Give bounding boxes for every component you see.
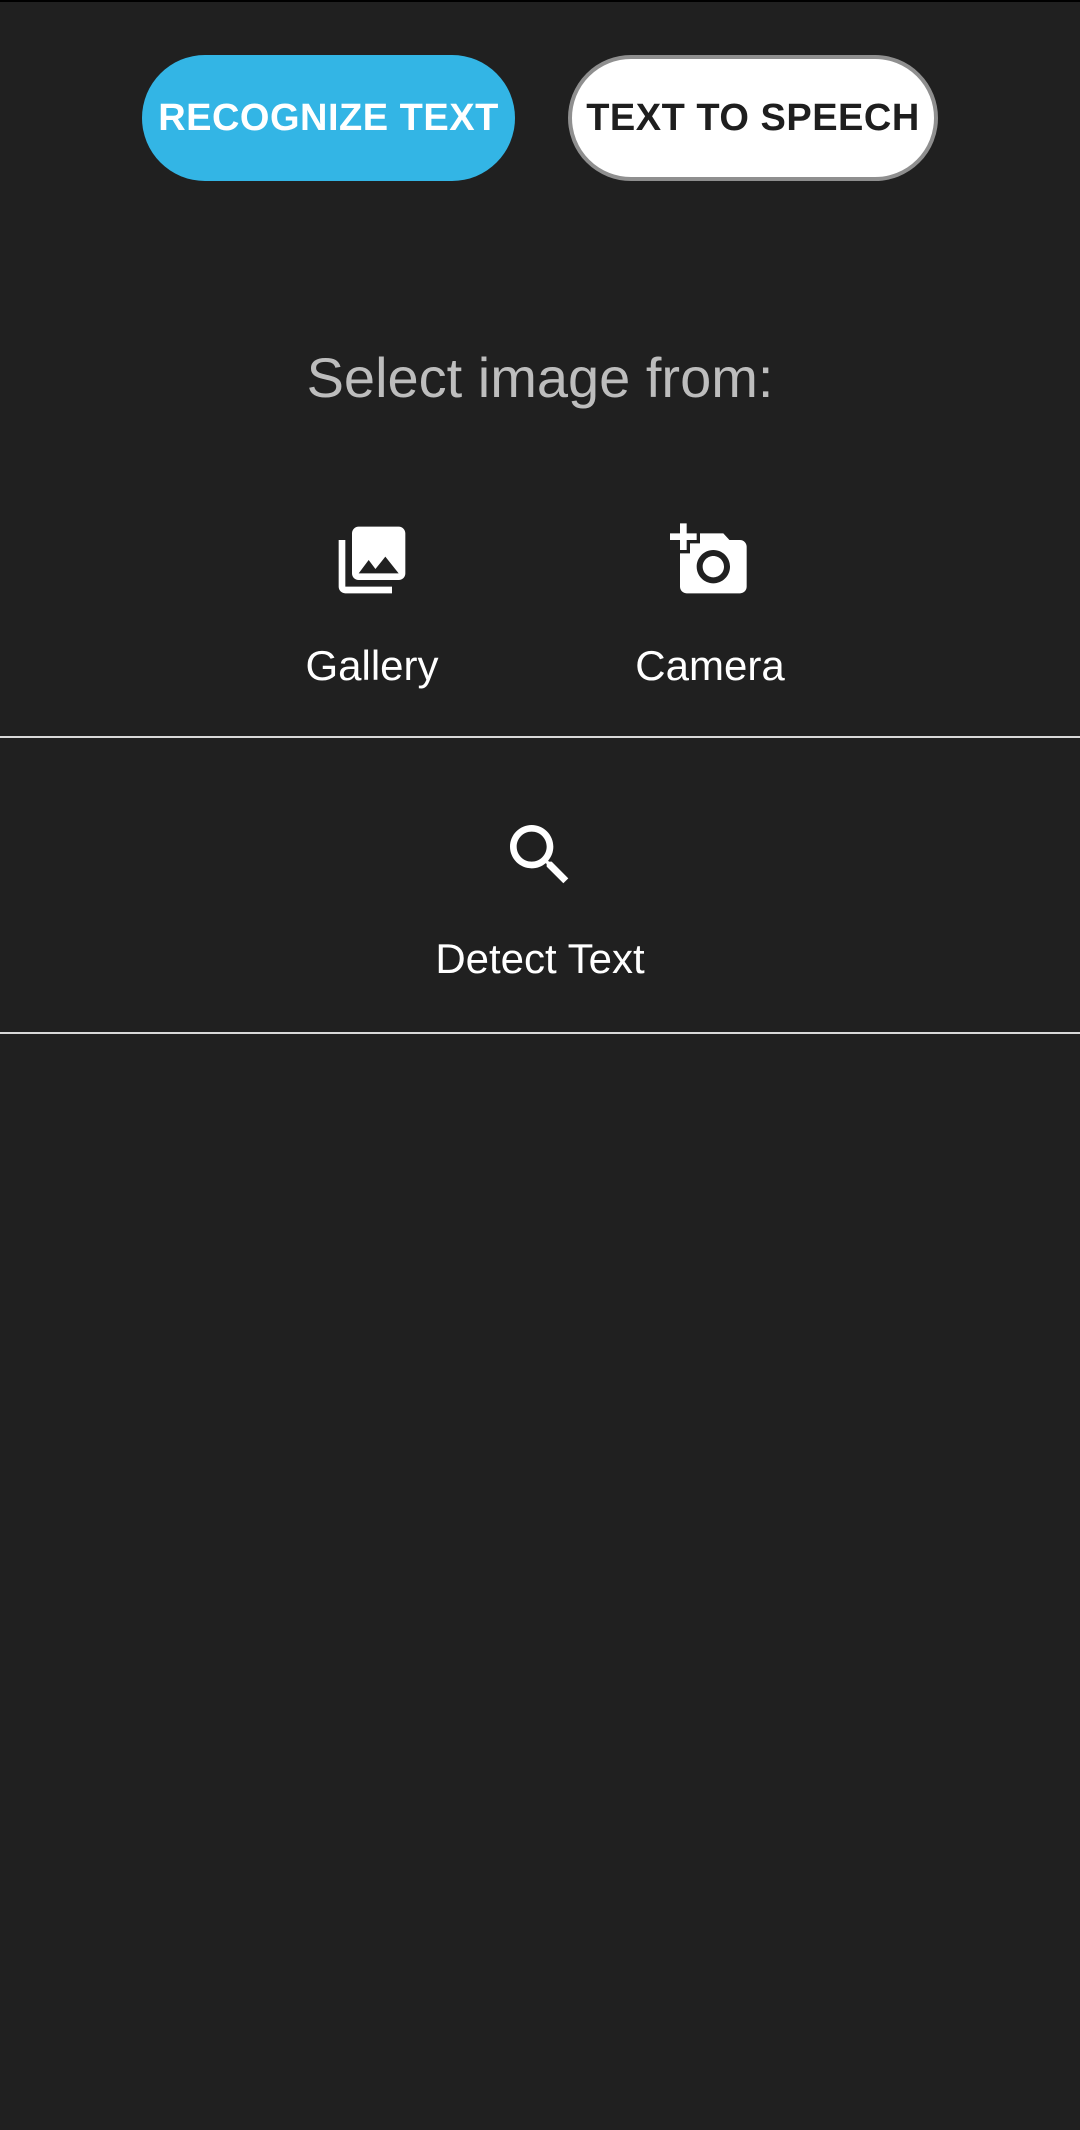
detect-text-label: Detect Text [435, 935, 645, 982]
select-image-prompt: Select image from: [306, 346, 774, 409]
detect-text-button[interactable]: Detect Text [390, 815, 690, 983]
text-to-speech-button[interactable]: TEXT TO SPEECH [568, 55, 938, 181]
gallery-label: Gallery [305, 642, 439, 689]
divider [0, 736, 1080, 738]
top-edge-line [0, 0, 1080, 2]
recognize-text-button[interactable]: RECOGNIZE TEXT [142, 55, 515, 181]
photo-library-icon [338, 526, 406, 594]
gallery-option[interactable]: Gallery [272, 520, 472, 690]
divider [0, 1032, 1080, 1034]
camera-option[interactable]: Camera [610, 520, 810, 690]
search-icon [510, 825, 569, 884]
text-to-speech-button-label: TEXT TO SPEECH [586, 96, 920, 139]
camera-label: Camera [635, 642, 785, 689]
recognize-text-button-label: RECOGNIZE TEXT [158, 96, 499, 139]
add-a-photo-icon [670, 523, 747, 594]
